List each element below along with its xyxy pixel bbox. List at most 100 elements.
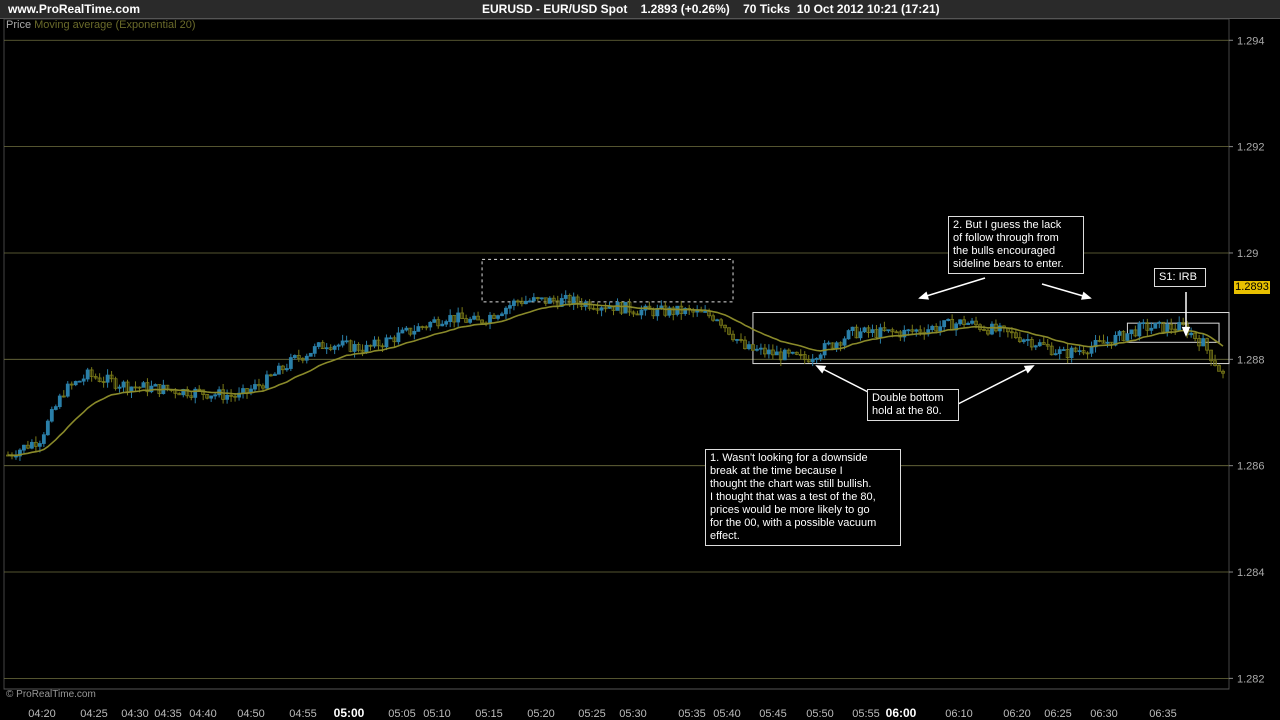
candle-285	[1141, 319, 1146, 329]
candle-272	[1089, 341, 1094, 357]
candle-62	[253, 379, 257, 393]
x-tick-label-16: 05:45	[759, 708, 787, 720]
candle-73	[296, 349, 301, 362]
candle-163	[655, 304, 660, 321]
candle-266	[1065, 343, 1070, 364]
candle-290	[1161, 321, 1166, 334]
candle-216	[866, 325, 871, 338]
candle-177	[711, 313, 716, 322]
candle-274	[1097, 335, 1102, 343]
candle-267	[1069, 345, 1074, 363]
arrowhead-1	[1023, 365, 1035, 374]
candle-97	[392, 335, 397, 348]
candle-191	[766, 344, 771, 359]
candle-239	[958, 319, 962, 326]
candle-190	[762, 343, 767, 358]
candle-293	[1173, 324, 1178, 335]
x-tick-label-13: 05:30	[619, 708, 647, 720]
candle-248	[994, 319, 998, 333]
candle-105	[424, 325, 429, 331]
candle-150	[603, 303, 608, 313]
candle-32	[133, 381, 138, 391]
annotation-note-2: 2. But I guess the lack of follow throug…	[948, 216, 1084, 274]
candle-106	[428, 320, 433, 331]
candle-110	[444, 319, 449, 327]
candle-114	[460, 307, 465, 320]
candle-13	[57, 393, 62, 409]
candle-50	[205, 394, 210, 400]
candle-134	[539, 297, 544, 301]
annotation-note-1: 1. Wasn't looking for a downside break a…	[705, 449, 901, 546]
candle-17	[73, 380, 78, 387]
candle-185	[743, 336, 747, 350]
candle-7	[33, 436, 38, 453]
candle-16	[69, 381, 74, 390]
price-chart: 1.294 1.292 1.29 1.288 1.286 1.284 1.282 04:20…	[3, 18, 1265, 720]
candle-219	[878, 323, 883, 344]
candle-118	[476, 311, 480, 321]
current-price-badge: 1.2893	[1234, 281, 1270, 294]
candle-223	[894, 329, 899, 334]
candle-264	[1057, 346, 1062, 360]
candle-59	[241, 384, 245, 399]
x-tick-label-17: 05:50	[806, 708, 834, 720]
candle-66	[269, 373, 273, 377]
candle-254	[1017, 332, 1022, 344]
candle-83	[336, 343, 341, 351]
candle-304	[1217, 364, 1221, 372]
moving-average-line	[7, 302, 1224, 457]
candle-112	[452, 315, 457, 328]
candle-133	[535, 296, 540, 302]
candle-55	[225, 389, 230, 404]
candle-299	[1197, 334, 1202, 352]
candle-261	[1045, 339, 1050, 350]
candlesticks	[6, 290, 1225, 461]
candle-69	[280, 364, 285, 374]
candle-256	[1025, 333, 1030, 346]
candle-10	[45, 419, 50, 436]
x-tick-label-20: 06:10	[945, 708, 973, 720]
arrowhead-4	[1181, 326, 1191, 337]
candle-25	[105, 369, 110, 388]
x-tick-label-1: 04:25	[80, 708, 108, 720]
candle-79	[320, 340, 325, 349]
site-name[interactable]: www.ProRealTime.com	[8, 2, 140, 16]
x-tick-label-0: 04:20	[28, 708, 56, 720]
candle-102	[412, 325, 417, 340]
candle-89	[360, 344, 365, 357]
candle-275	[1101, 334, 1106, 344]
candle-52	[213, 392, 218, 400]
arrowhead-0	[815, 365, 827, 374]
x-tick-label-24: 06:35	[1149, 708, 1177, 720]
candle-107	[432, 316, 437, 323]
x-tick-label-7: 05:00	[334, 706, 365, 720]
candle-115	[464, 314, 469, 323]
candle-286	[1145, 318, 1150, 337]
candle-155	[623, 301, 628, 314]
candle-280	[1121, 330, 1126, 342]
candle-184	[739, 333, 743, 343]
candle-193	[774, 345, 779, 356]
x-tick-label-9: 05:10	[423, 708, 451, 720]
instrument-title: EURUSD - EUR/USD Spot 1.2893 (+0.26%) 70…	[482, 2, 940, 16]
candle-270	[1081, 345, 1086, 356]
candle-142	[571, 292, 576, 310]
candle-157	[631, 310, 636, 317]
candle-198	[794, 351, 799, 356]
x-tick-label-4: 04:40	[189, 708, 217, 720]
candle-116	[468, 316, 473, 325]
candle-127	[512, 298, 516, 311]
y-tick-label-4: 1.286	[1237, 461, 1265, 473]
candle-65	[265, 370, 269, 390]
candle-77	[312, 343, 317, 357]
candle-152	[611, 306, 616, 316]
candle-99	[400, 327, 405, 334]
candle-27	[113, 376, 118, 391]
candle-166	[667, 305, 672, 318]
candle-78	[316, 342, 321, 350]
candle-71	[288, 353, 293, 372]
candle-170	[683, 307, 688, 316]
candle-288	[1153, 322, 1158, 329]
candle-214	[858, 327, 863, 341]
candle-180	[723, 324, 727, 333]
